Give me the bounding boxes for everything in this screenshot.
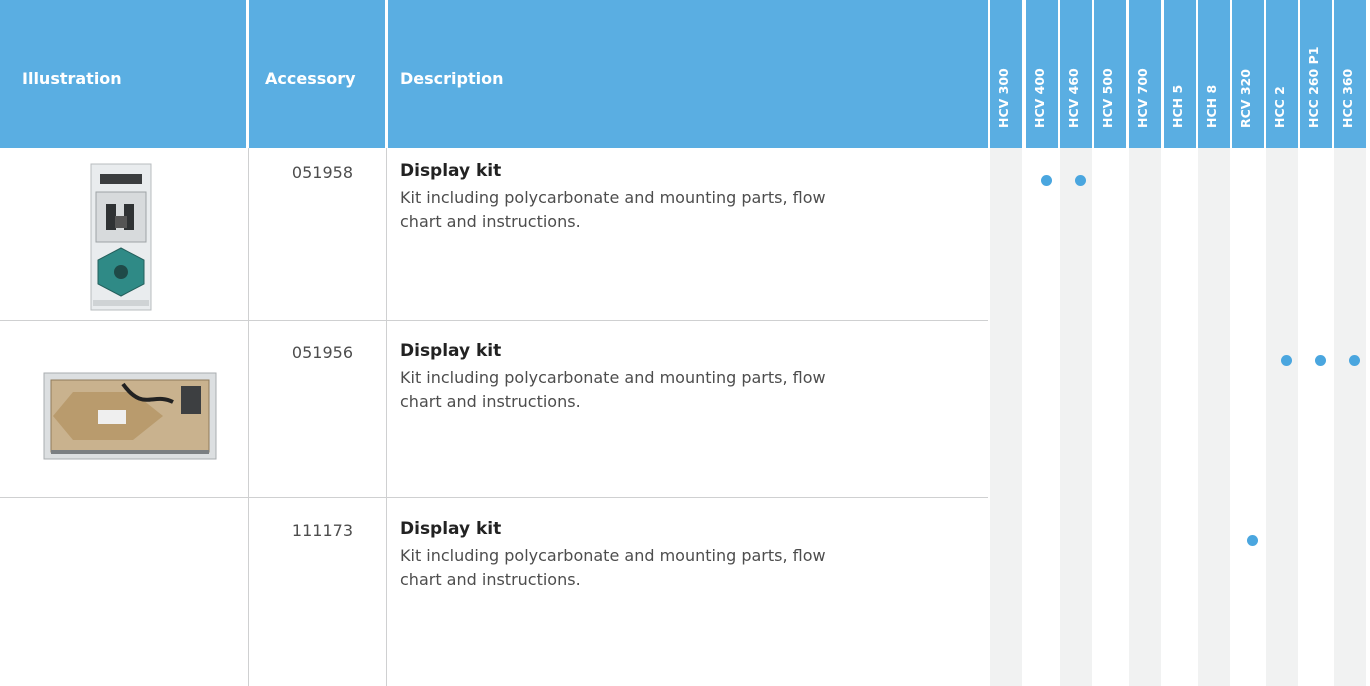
model-band [1334, 148, 1366, 686]
description-text: Kit including polycarbonate and mounting… [400, 546, 826, 589]
model-header-label: HCV 400 [1032, 68, 1047, 128]
model-band [990, 148, 1022, 686]
illustration-image [43, 372, 217, 460]
illustration-image [88, 160, 154, 314]
model-header-label: HCV 300 [996, 68, 1011, 128]
model-header-label: HCC 2 [1272, 86, 1287, 128]
model-header-hcc-360: HCC 360 [1334, 0, 1366, 148]
model-header-label: HCV 500 [1100, 68, 1115, 128]
model-header-hcv-700: HCV 700 [1129, 0, 1161, 148]
header-illustration: Illustration [0, 0, 246, 148]
model-header-label: HCV 460 [1066, 68, 1081, 128]
compatibility-dot [1040, 175, 1052, 186]
row-divider [0, 320, 988, 321]
compatibility-dot [1074, 175, 1086, 186]
model-band [1060, 148, 1092, 686]
col-divider [386, 148, 387, 686]
model-header-label: HCC 260 P1 [1306, 46, 1321, 128]
row-divider [0, 497, 988, 498]
compatibility-dot [1246, 535, 1258, 546]
model-band [1198, 148, 1230, 686]
model-header-hcc-260-p1: HCC 260 P1 [1300, 0, 1332, 148]
model-header-label: HCH 5 [1170, 84, 1185, 128]
compatibility-dot [1348, 355, 1360, 366]
description-title: Display kit [400, 519, 502, 539]
col-divider [248, 148, 249, 686]
accessory-number: 051958 [291, 163, 353, 182]
description-title: Display kit [400, 161, 502, 181]
header-accessory: Accessory [249, 0, 385, 148]
model-header-label: RCV 320 [1238, 69, 1253, 128]
compatibility-dot [1280, 355, 1292, 366]
model-header-hcv-400: HCV 400 [1026, 0, 1058, 148]
header-accessory-label: Accessory [265, 69, 356, 88]
header-illustration-label: Illustration [22, 69, 122, 88]
model-header-hcc-2: HCC 2 [1266, 0, 1298, 148]
model-header-hch-8: HCH 8 [1198, 0, 1230, 148]
header-description-label: Description [400, 69, 504, 88]
accessory-number: 111173 [291, 521, 353, 540]
model-header-label: HCC 360 [1340, 68, 1355, 128]
model-header-hch-5: HCH 5 [1164, 0, 1196, 148]
description-text: Kit including polycarbonate and mounting… [400, 188, 826, 231]
description-title: Display kit [400, 341, 502, 361]
model-band [1129, 148, 1161, 686]
model-header-hcv-500: HCV 500 [1094, 0, 1126, 148]
model-header-label: HCH 8 [1204, 84, 1219, 128]
accessory-number: 051956 [291, 343, 353, 362]
model-header-hcv-300: HCV 300 [990, 0, 1022, 148]
header-description: Description [388, 0, 988, 148]
compatibility-dot [1314, 355, 1326, 366]
model-band [1266, 148, 1298, 686]
model-header-label: HCV 700 [1135, 68, 1150, 128]
description-text: Kit including polycarbonate and mounting… [400, 368, 826, 411]
model-header-hcv-460: HCV 460 [1060, 0, 1092, 148]
model-header-rcv-320: RCV 320 [1232, 0, 1264, 148]
